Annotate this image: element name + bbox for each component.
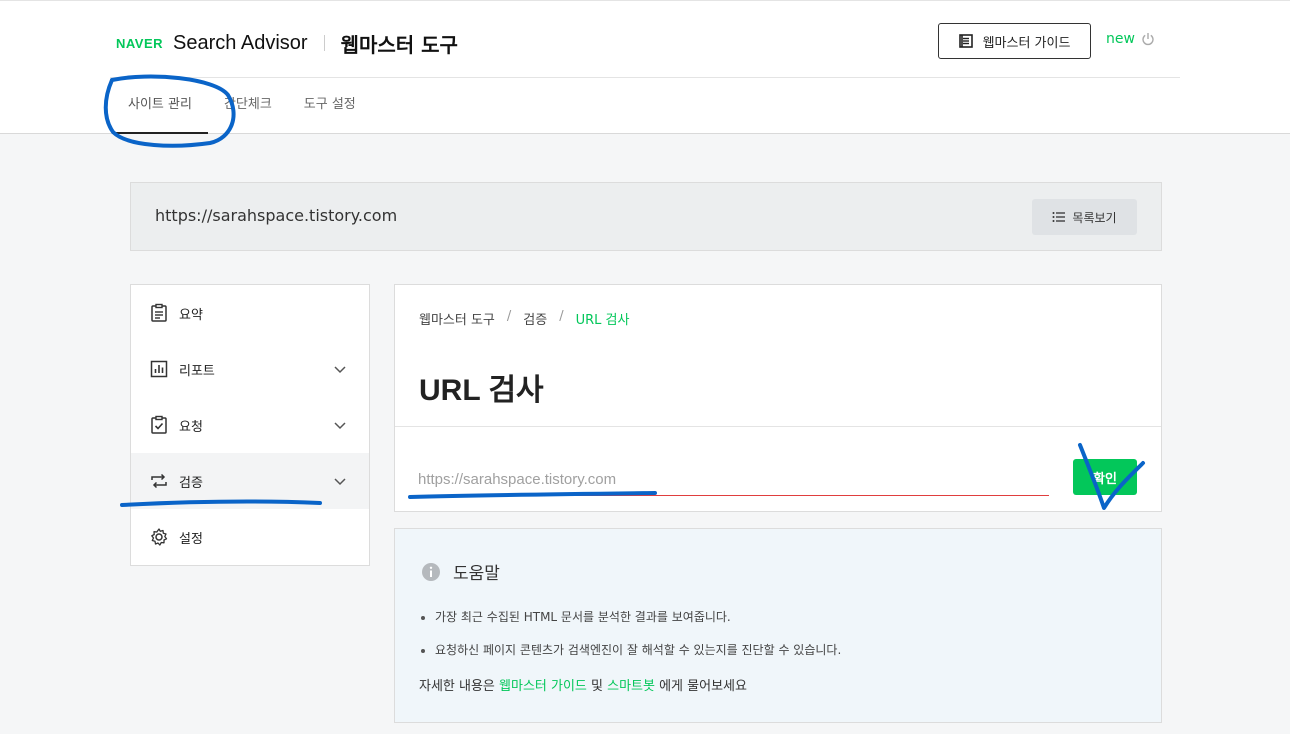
sidebar-item-settings[interactable]: 설정 [131, 509, 369, 565]
url-inspection-card: 웹마스터 도구 / 검증 / URL 검사 URL 검사 확인 [394, 284, 1162, 512]
check-clipboard-icon [151, 415, 167, 434]
power-icon[interactable] [1141, 32, 1155, 46]
webmaster-guide-link[interactable]: 웹마스터 가이드 [499, 679, 587, 694]
tab-site-management[interactable]: 사이트 관리 [112, 77, 208, 134]
help-footer-mid: 및 [586, 679, 608, 694]
chevron-down-icon [334, 366, 346, 374]
chevron-down-icon [334, 478, 346, 486]
help-title: 도움말 [421, 559, 500, 584]
sidebar: 요약 리포트 요청 검증 설정 [130, 284, 370, 566]
help-footer-suffix: 에게 물어보세요 [654, 679, 747, 694]
main-tabs: 사이트 관리 간단체크 도구 설정 [112, 77, 372, 134]
brand[interactable]: NAVER Search Advisor 웹마스터 도구 [116, 29, 458, 57]
breadcrumb-item[interactable]: 검증 [523, 309, 547, 328]
breadcrumb-separator: / [506, 309, 512, 324]
clipboard-icon [151, 303, 167, 322]
tab-quick-check[interactable]: 간단체크 [208, 77, 288, 134]
help-panel: 도움말 가장 최근 수집된 HTML 문서를 분석한 결과를 보여줍니다. 요청… [394, 528, 1162, 723]
tool-name: 웹마스터 도구 [340, 32, 458, 57]
list-view-button[interactable]: 목록보기 [1032, 199, 1137, 235]
site-url: https://sarahspace.tistory.com [155, 206, 398, 225]
card-divider [395, 426, 1161, 427]
sidebar-item-label: 검증 [179, 475, 203, 491]
sidebar-item-summary[interactable]: 요약 [131, 285, 369, 341]
sidebar-item-label: 요청 [179, 419, 203, 435]
user-label: new [1106, 31, 1135, 47]
sidebar-item-label: 리포트 [179, 363, 215, 379]
tab-tool-settings[interactable]: 도구 설정 [288, 77, 372, 134]
brand-divider [323, 35, 325, 51]
confirm-button[interactable]: 확인 [1073, 459, 1137, 495]
url-input[interactable] [418, 463, 1049, 496]
help-footer-prefix: 자세한 내용은 [419, 679, 500, 694]
user-menu[interactable]: new [1106, 31, 1155, 47]
help-list: 가장 최근 수집된 HTML 문서를 분석한 결과를 보여줍니다. 요청하신 페… [419, 601, 841, 667]
smartbot-link[interactable]: 스마트봇 [607, 679, 655, 694]
naver-logo: NAVER [116, 35, 164, 51]
help-footer: 자세한 내용은 웹마스터 가이드 및 스마트봇 에게 물어보세요 [419, 675, 747, 694]
sidebar-item-request[interactable]: 요청 [131, 397, 369, 453]
top-header: NAVER Search Advisor 웹마스터 도구 웹마스터 가이드 ne… [0, 0, 1290, 134]
sidebar-item-verify[interactable]: 검증 [131, 453, 369, 509]
breadcrumb-item[interactable]: 웹마스터 도구 [419, 309, 495, 328]
gear-icon [151, 528, 168, 546]
breadcrumb-current: URL 검사 [575, 313, 630, 328]
webmaster-guide-button[interactable]: 웹마스터 가이드 [938, 23, 1091, 59]
sidebar-item-label: 요약 [179, 307, 203, 323]
help-title-text: 도움말 [453, 564, 500, 584]
info-icon [422, 562, 440, 581]
breadcrumb: 웹마스터 도구 / 검증 / URL 검사 [419, 309, 629, 328]
book-icon [958, 34, 973, 48]
sidebar-item-label: 설정 [179, 531, 203, 547]
list-view-label: 목록보기 [1072, 210, 1117, 225]
help-bullet: 가장 최근 수집된 HTML 문서를 분석한 결과를 보여줍니다. [419, 601, 841, 634]
sidebar-item-report[interactable]: 리포트 [131, 341, 369, 397]
breadcrumb-separator: / [559, 309, 564, 324]
page-title: URL 검사 [419, 374, 544, 407]
chart-icon [150, 360, 168, 378]
chevron-down-icon [334, 422, 346, 430]
list-icon [1052, 212, 1066, 222]
guide-button-label: 웹마스터 가이드 [982, 35, 1071, 51]
app-name: Search Advisor [173, 31, 308, 54]
site-bar: https://sarahspace.tistory.com 목록보기 [130, 182, 1162, 251]
help-bullet: 요청하신 페이지 콘텐츠가 검색엔진이 잘 해석할 수 있는지를 진단할 수 있… [419, 634, 841, 667]
repeat-arrows-icon [151, 473, 167, 489]
